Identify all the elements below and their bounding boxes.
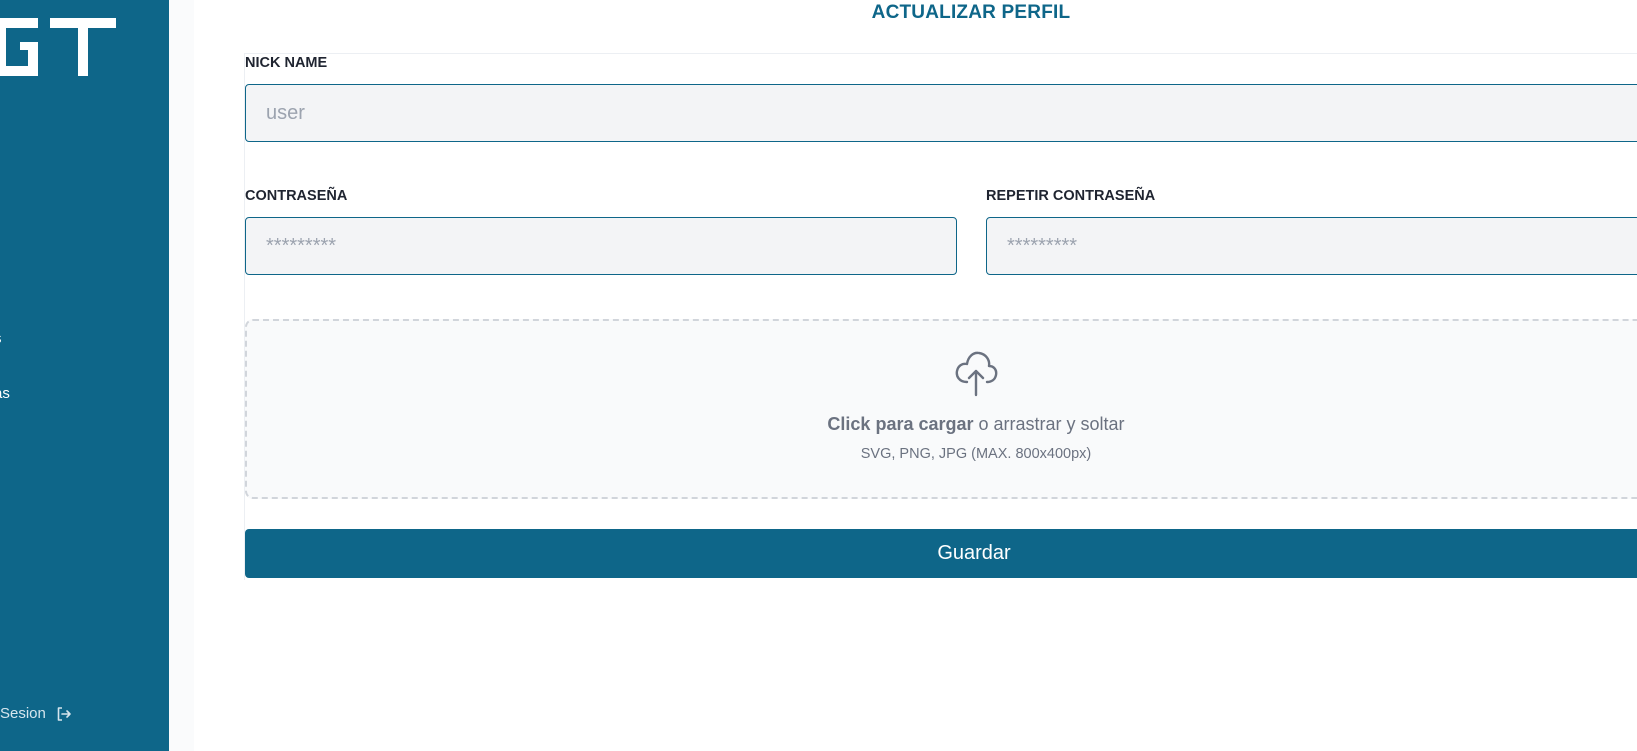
password-input[interactable] [245, 217, 957, 275]
logo [0, 18, 116, 76]
nickname-input[interactable] [245, 84, 1637, 142]
dropzone-cta: Click para cargar [827, 414, 974, 434]
nickname-label: NICK NAME [245, 55, 328, 71]
sidebar-item[interactable]: as [0, 385, 10, 402]
dropzone-instructions: Click para cargar o arrastrar y soltar [247, 414, 1637, 435]
dropzone-content: Click para cargar o arrastrar y soltar S… [247, 349, 1637, 462]
logout-button[interactable]: Sesion [0, 705, 72, 722]
dropzone-hint: SVG, PNG, JPG (MAX. 800x400px) [860, 446, 1092, 462]
sidebar-gutter [169, 0, 194, 751]
sidebar-item-label: s [0, 330, 2, 347]
page-title: ACTUALIZAR PERFIL [871, 2, 1071, 23]
save-button-label: Guardar [937, 542, 1011, 564]
save-button[interactable]: Guardar [245, 529, 1637, 578]
file-dropzone[interactable]: Click para cargar o arrastrar y soltar S… [245, 319, 1637, 499]
repeat-password-input[interactable] [986, 217, 1637, 275]
sidebar-item-label: as [0, 385, 10, 402]
dropzone-cta-rest: o arrastrar y soltar [973, 414, 1125, 434]
sidebar-item[interactable]: s [0, 330, 2, 347]
main-content: ACTUALIZAR PERFIL NICK NAME CONTRASEÑA R… [194, 0, 1637, 751]
logout-label: Sesion [0, 705, 46, 722]
sidebar: s as Sesion [0, 0, 169, 751]
repeat-password-label: REPETIR CONTRASEÑA [986, 188, 1156, 204]
cloud-upload-icon [955, 351, 998, 397]
password-label: CONTRASEÑA [245, 188, 348, 204]
logout-icon [57, 706, 71, 721]
